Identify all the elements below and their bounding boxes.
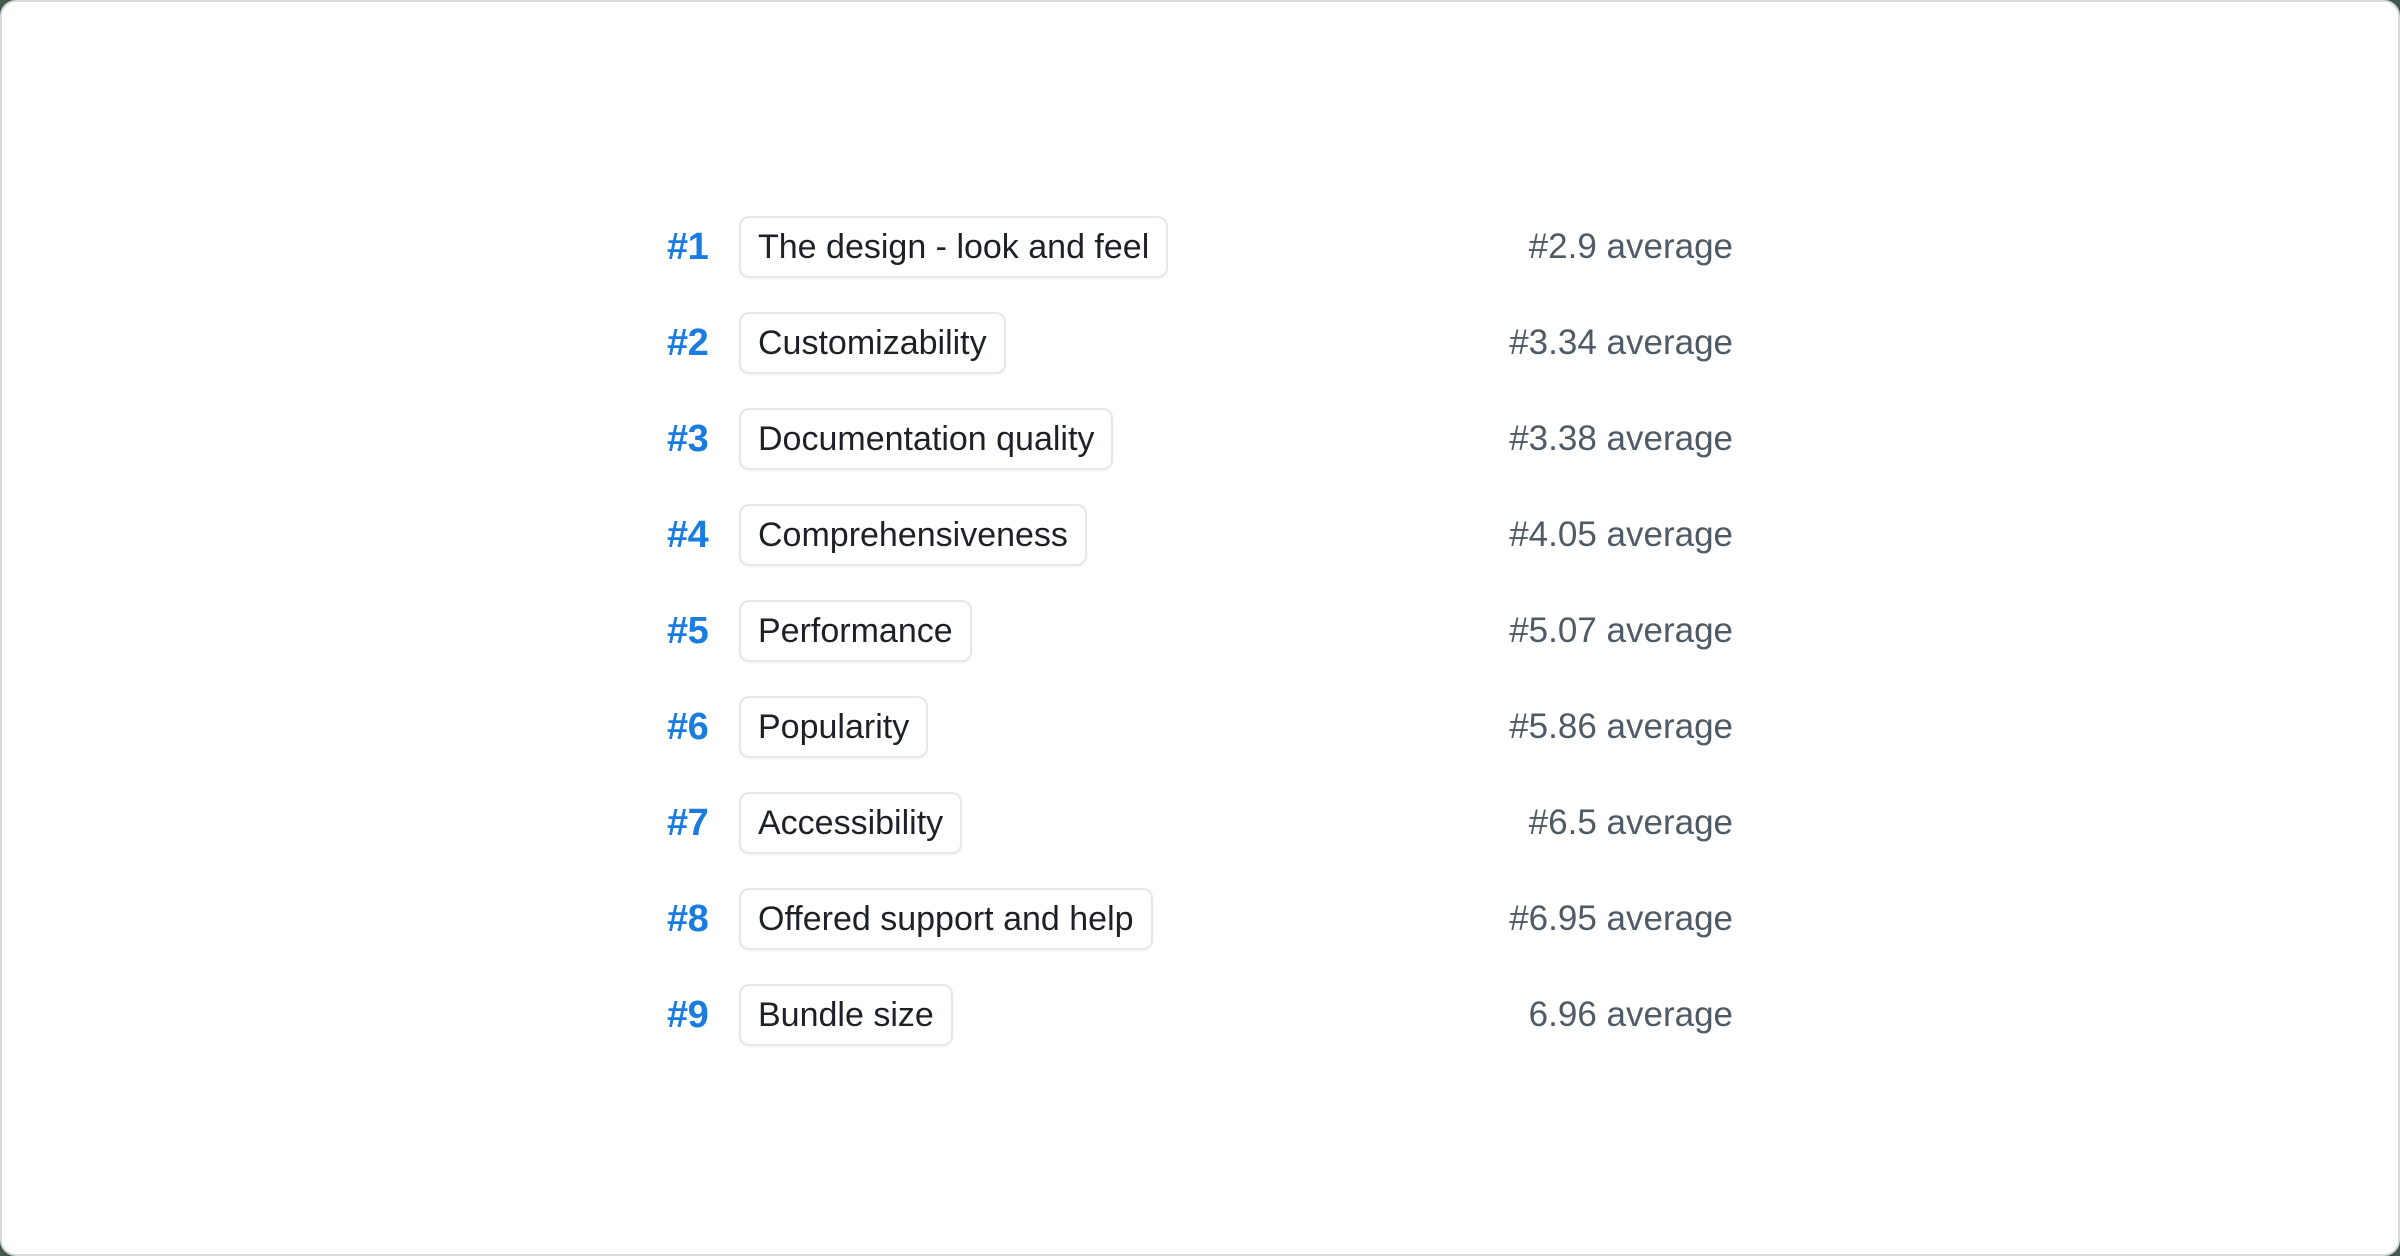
option-pill[interactable]: Customizability: [739, 312, 1006, 374]
average-value: #6.95 average: [1509, 899, 1733, 939]
ranking-row: #3 Documentation quality #3.38 average: [667, 391, 1733, 487]
option-pill[interactable]: Popularity: [739, 696, 928, 758]
option-label: Performance: [758, 612, 953, 651]
ranking-row: #4 Comprehensiveness #4.05 average: [667, 487, 1733, 583]
option-pill[interactable]: Offered support and help: [739, 888, 1153, 950]
average-value: #5.86 average: [1509, 707, 1733, 747]
option-pill[interactable]: Performance: [739, 600, 972, 662]
option-pill[interactable]: Bundle size: [739, 984, 953, 1046]
rank-badge: #4: [667, 514, 709, 557]
average-value: #2.9 average: [1529, 227, 1733, 267]
results-card: #1 The design - look and feel #2.9 avera…: [0, 0, 2400, 1256]
rank-badge: #6: [667, 706, 709, 749]
average-value: #5.07 average: [1509, 611, 1733, 651]
ranking-row: #5 Performance #5.07 average: [667, 583, 1733, 679]
option-label: The design - look and feel: [758, 228, 1149, 267]
ranking-row: #8 Offered support and help #6.95 averag…: [667, 871, 1733, 967]
option-pill[interactable]: Comprehensiveness: [739, 504, 1087, 566]
ranking-results-list: #1 The design - look and feel #2.9 avera…: [667, 199, 1733, 1063]
rank-badge: #5: [667, 610, 709, 653]
ranking-row: #6 Popularity #5.86 average: [667, 679, 1733, 775]
ranking-row: #2 Customizability #3.34 average: [667, 295, 1733, 391]
average-value: #6.5 average: [1529, 803, 1733, 843]
rank-badge: #3: [667, 418, 709, 461]
option-label: Offered support and help: [758, 900, 1134, 939]
option-label: Comprehensiveness: [758, 516, 1068, 555]
ranking-row: #1 The design - look and feel #2.9 avera…: [667, 199, 1733, 295]
ranking-row: #7 Accessibility #6.5 average: [667, 775, 1733, 871]
option-label: Customizability: [758, 324, 987, 363]
option-pill[interactable]: Accessibility: [739, 792, 962, 854]
option-label: Documentation quality: [758, 420, 1094, 459]
average-value: #3.34 average: [1509, 323, 1733, 363]
option-label: Accessibility: [758, 804, 943, 843]
option-pill[interactable]: The design - look and feel: [739, 216, 1168, 278]
rank-badge: #9: [667, 994, 709, 1037]
option-label: Popularity: [758, 708, 909, 747]
average-value: #4.05 average: [1509, 515, 1733, 555]
average-value: 6.96 average: [1529, 995, 1733, 1035]
average-value: #3.38 average: [1509, 419, 1733, 459]
ranking-row: #9 Bundle size 6.96 average: [667, 967, 1733, 1063]
option-pill[interactable]: Documentation quality: [739, 408, 1113, 470]
rank-badge: #8: [667, 898, 709, 941]
rank-badge: #7: [667, 802, 709, 845]
rank-badge: #1: [667, 226, 709, 269]
option-label: Bundle size: [758, 996, 934, 1035]
rank-badge: #2: [667, 322, 709, 365]
